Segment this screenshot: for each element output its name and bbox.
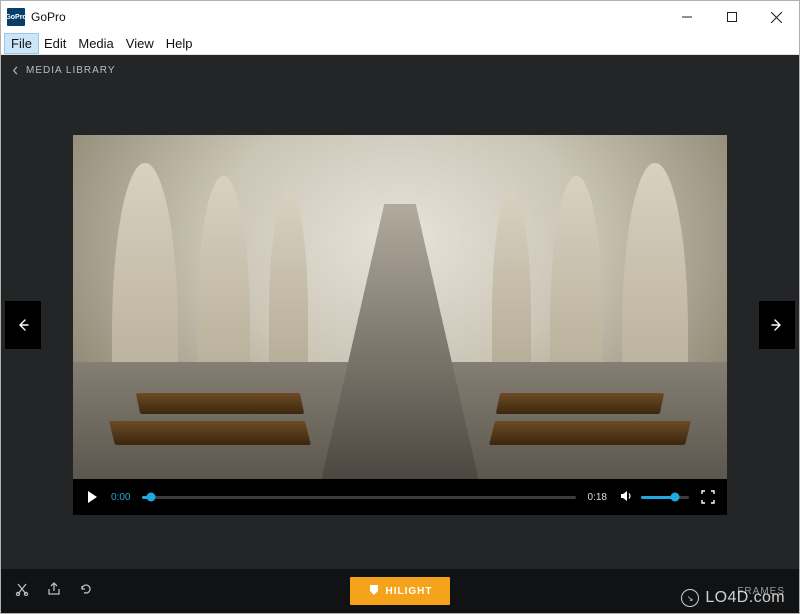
breadcrumb-label: MEDIA LIBRARY xyxy=(26,65,116,76)
minimize-button[interactable] xyxy=(664,1,709,33)
seek-bar[interactable] xyxy=(142,496,575,499)
fullscreen-icon xyxy=(701,490,715,504)
current-time: 0:00 xyxy=(111,492,130,503)
tool-icons xyxy=(15,582,93,601)
previous-media-button[interactable] xyxy=(5,301,41,349)
video-area: 0:00 0:18 xyxy=(73,135,727,515)
frames-button[interactable]: FRAMES xyxy=(737,586,785,597)
volume-track[interactable] xyxy=(641,496,689,499)
hilight-label: HILIGHT xyxy=(386,586,433,597)
play-icon xyxy=(85,490,99,504)
arrow-left-icon xyxy=(16,318,30,332)
fullscreen-button[interactable] xyxy=(701,490,715,504)
chevron-left-icon xyxy=(11,66,20,75)
hilight-icon xyxy=(368,584,380,599)
close-button[interactable] xyxy=(754,1,799,33)
app-body: MEDIA LIBRARY xyxy=(1,55,799,613)
scene-pew xyxy=(109,421,311,445)
menu-file[interactable]: File xyxy=(5,34,38,53)
duration: 0:18 xyxy=(588,492,607,503)
viewer-row: 0:00 0:18 xyxy=(1,85,799,569)
breadcrumb[interactable]: MEDIA LIBRARY xyxy=(1,55,799,85)
video-canvas[interactable] xyxy=(73,135,727,479)
seek-track[interactable] xyxy=(142,496,575,499)
trim-icon[interactable] xyxy=(15,582,29,601)
menubar: File Edit Media View Help xyxy=(1,33,799,55)
app-icon: GoPro xyxy=(7,8,25,26)
next-media-button[interactable] xyxy=(759,301,795,349)
volume-icon[interactable] xyxy=(619,489,633,506)
share-icon[interactable] xyxy=(47,582,61,601)
seek-knob[interactable] xyxy=(147,493,156,502)
arrow-right-icon xyxy=(770,318,784,332)
menu-view[interactable]: View xyxy=(120,34,160,53)
scene-pew xyxy=(496,393,664,414)
hilight-button[interactable]: HILIGHT xyxy=(350,577,450,605)
scene-pew xyxy=(136,393,304,414)
scene-pew xyxy=(489,421,691,445)
menu-help[interactable]: Help xyxy=(160,34,199,53)
player-controls: 0:00 0:18 xyxy=(73,479,727,515)
volume-knob[interactable] xyxy=(670,493,679,502)
window-controls xyxy=(664,1,799,33)
play-button[interactable] xyxy=(85,490,99,504)
rotate-icon[interactable] xyxy=(79,582,93,601)
media-stage: 0:00 0:18 xyxy=(73,135,727,515)
window-title: GoPro xyxy=(31,10,66,24)
volume-control xyxy=(619,489,689,506)
maximize-button[interactable] xyxy=(709,1,754,33)
menu-edit[interactable]: Edit xyxy=(38,34,72,53)
window-titlebar: GoPro GoPro xyxy=(1,1,799,33)
menu-media[interactable]: Media xyxy=(72,34,119,53)
bottom-toolbar: HILIGHT FRAMES xyxy=(1,569,799,613)
app-window: GoPro GoPro File Edit Media View Help ME… xyxy=(0,0,800,614)
